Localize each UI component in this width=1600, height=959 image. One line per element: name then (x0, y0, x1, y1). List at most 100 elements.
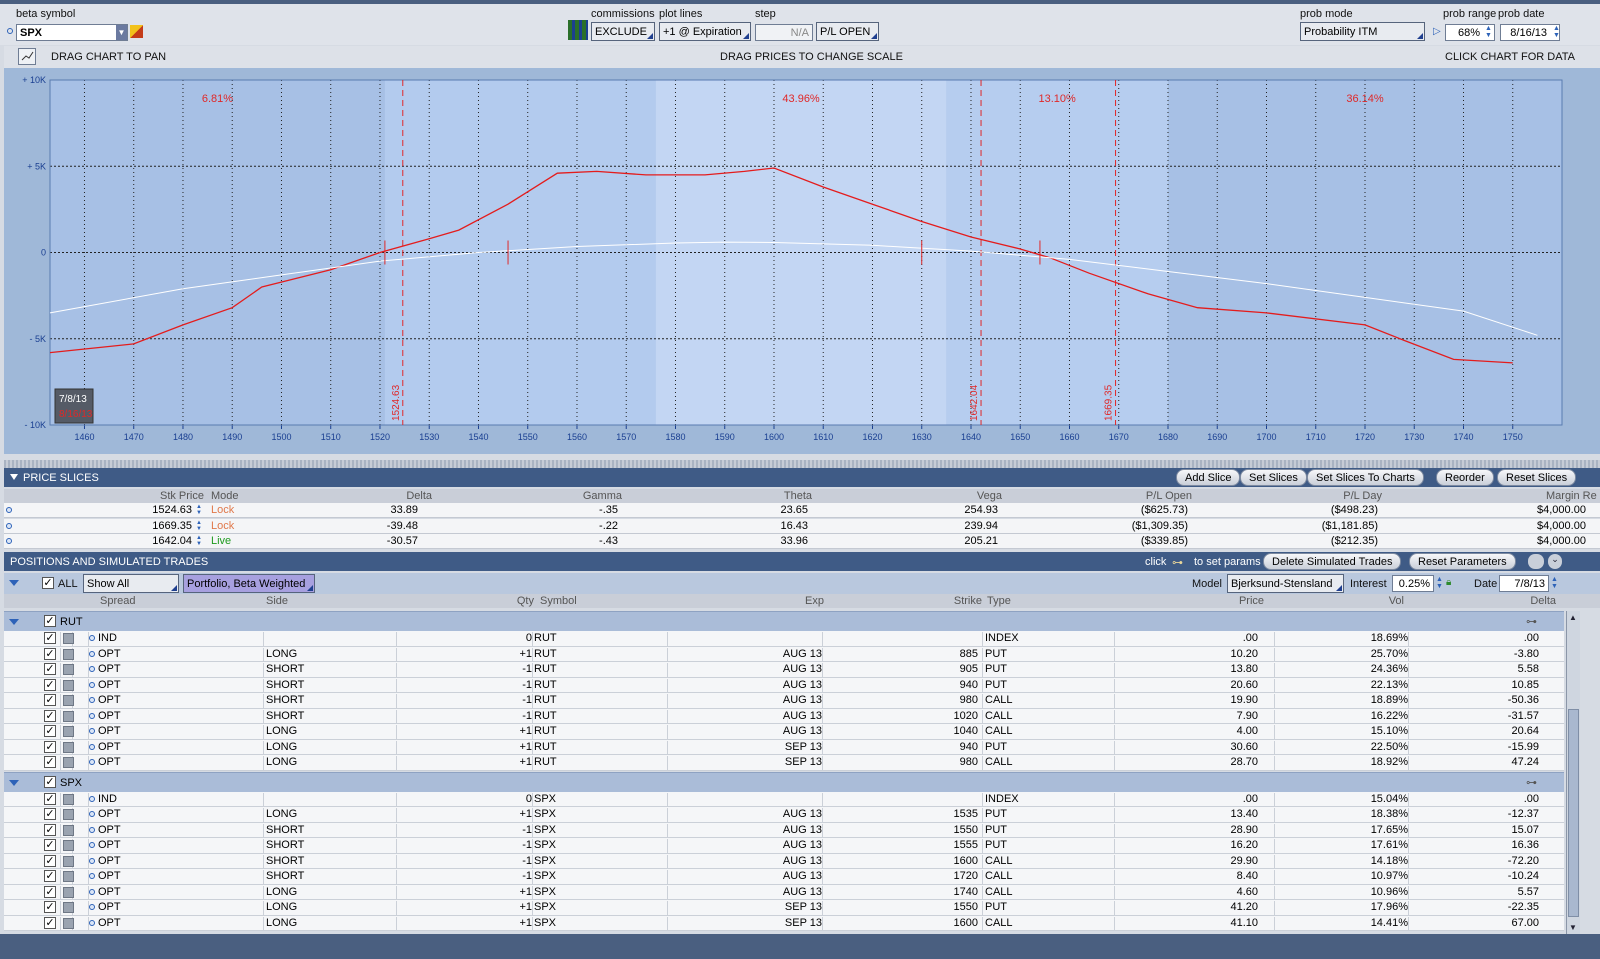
set-slices-to-charts-button[interactable]: Set Slices To Charts (1307, 469, 1424, 486)
position-radio-icon[interactable] (89, 681, 95, 688)
position-qty[interactable]: -1 (522, 694, 532, 706)
position-vol[interactable]: 18.89% (1371, 694, 1408, 706)
position-price[interactable]: 29.90 (1230, 855, 1258, 867)
position-price[interactable]: .00 (1243, 632, 1258, 644)
col-type[interactable]: Type (987, 595, 1011, 607)
group-row-spx[interactable]: ✓ SPX ⊶ (4, 771, 1564, 792)
position-qty[interactable]: +1 (519, 901, 532, 913)
select-all-checkbox[interactable]: ✓ (42, 577, 54, 589)
plot-lines-dropdown[interactable]: +1 @ Expiration (659, 22, 751, 41)
position-color-swatch[interactable] (63, 793, 74, 805)
position-radio-icon[interactable] (89, 650, 95, 657)
col-vega[interactable]: Vega (977, 490, 1002, 502)
positions-scrollbar[interactable]: ▲ ▼ (1566, 611, 1580, 934)
position-radio-icon[interactable] (89, 904, 95, 910)
prob-mode-dropdown[interactable]: Probability ITM (1300, 22, 1425, 41)
price-slice-row[interactable]: 1642.04 Live -30.57 -.43 33.96 205.21 ($339.85… (4, 534, 1600, 549)
position-qty[interactable]: 0 (526, 793, 532, 805)
position-color-swatch[interactable] (63, 726, 74, 737)
position-strike[interactable]: 940 (960, 679, 978, 691)
col-spread[interactable]: Spread (100, 595, 135, 607)
position-strike[interactable]: 980 (960, 694, 978, 706)
position-strike[interactable]: 1720 (954, 870, 978, 882)
position-strike[interactable]: 1020 (954, 710, 978, 722)
position-type[interactable]: INDEX (985, 793, 1019, 805)
group-row-rut[interactable]: ✓ RUT ⊶ (4, 611, 1564, 631)
col-strike[interactable]: Strike (954, 595, 982, 607)
position-radio-icon[interactable] (89, 728, 95, 734)
interest-spinner-icon[interactable]: ▲ ▼ (1436, 576, 1443, 590)
position-row[interactable]: ✓ OPT LONG +1 SPX SEP 13 1550 PUT 41.20 17.96% -22… (4, 900, 1564, 916)
position-radio-icon[interactable] (89, 795, 95, 802)
position-vol[interactable]: 10.97% (1371, 870, 1408, 882)
position-row[interactable]: ✓ OPT SHORT -1 RUT AUG 13 940 PUT 20.60 22.13% 10.… (4, 677, 1564, 693)
position-price[interactable]: 4.00 (1237, 725, 1258, 737)
group-settings-icon[interactable]: ⊶ (1526, 615, 1537, 628)
col-vol[interactable]: Vol (1389, 595, 1404, 607)
symbol-dropdown-icon[interactable]: ▼ (116, 25, 127, 40)
grid-color-icon[interactable] (568, 20, 588, 40)
reset-parameters-button[interactable]: Reset Parameters (1409, 553, 1516, 570)
group-collapse-icon[interactable] (9, 619, 19, 625)
position-color-swatch[interactable] (63, 871, 74, 882)
position-qty[interactable]: +1 (519, 725, 532, 737)
date-input[interactable]: 7/8/13 (1499, 575, 1549, 592)
position-row[interactable]: ✓ OPT LONG +1 RUT AUG 13 885 PUT 10.20 25.70% -3.8… (4, 646, 1564, 662)
group-checkbox[interactable]: ✓ (44, 775, 56, 788)
slice-price[interactable]: 1524.63 (152, 504, 192, 516)
position-radio-icon[interactable] (89, 697, 95, 703)
position-row[interactable]: ✓ OPT SHORT -1 RUT AUG 13 980 CALL 19.90 18.89% -5… (4, 693, 1564, 709)
position-price[interactable]: 13.80 (1230, 663, 1258, 675)
position-strike[interactable]: 1600 (954, 917, 978, 929)
position-row[interactable]: ✓ IND 0 RUT INDEX .00 18.69% .00 (4, 631, 1564, 647)
position-type[interactable]: CALL (985, 710, 1013, 722)
position-type[interactable]: PUT (985, 824, 1007, 836)
pl-mode-dropdown[interactable]: P/L OPEN (816, 22, 879, 41)
slice-price[interactable]: 1642.04 (152, 535, 192, 547)
position-row[interactable]: ✓ OPT LONG +1 RUT AUG 13 1040 CALL 4.00 15.10% 20.… (4, 724, 1564, 740)
collapse-all-icon[interactable] (9, 580, 19, 586)
position-checkbox[interactable]: ✓ (44, 823, 56, 836)
risk-profile-chart[interactable]: 6.81% 43.96% 13.10% 36.14% 1460 1470 1480 1490 1… (4, 68, 1600, 454)
position-strike[interactable]: 1535 (954, 808, 978, 820)
slice-mode[interactable]: Lock (211, 504, 234, 516)
group-checkbox[interactable]: ✓ (44, 615, 56, 627)
group-collapse-icon[interactable] (9, 779, 19, 786)
position-color-swatch[interactable] (63, 695, 74, 706)
position-checkbox[interactable]: ✓ (44, 901, 56, 913)
beta-symbol-input[interactable]: SPX (16, 24, 128, 41)
position-checkbox[interactable]: ✓ (44, 885, 56, 898)
position-type[interactable]: PUT (985, 679, 1007, 691)
radio-icon[interactable] (7, 28, 13, 34)
position-type[interactable]: PUT (985, 663, 1007, 675)
position-checkbox[interactable]: ✓ (44, 808, 56, 820)
position-exp[interactable]: AUG 13 (783, 648, 822, 660)
position-exp[interactable]: AUG 13 (783, 694, 822, 706)
position-vol[interactable]: 22.13% (1371, 679, 1408, 691)
position-checkbox[interactable]: ✓ (44, 663, 56, 675)
position-row[interactable]: ✓ OPT LONG +1 SPX AUG 13 1535 PUT 13.40 18.38% -12… (4, 807, 1564, 823)
position-vol[interactable]: 18.38% (1371, 808, 1408, 820)
price-slice-row[interactable]: 1524.63 Lock 33.89 -.35 23.65 254.93 ($625.73)… (4, 503, 1600, 518)
position-strike[interactable]: 1550 (954, 901, 978, 913)
pane-splitter[interactable] (4, 460, 1600, 468)
slice-price-spinner-icon[interactable]: ▲ ▼ (196, 535, 202, 547)
commissions-dropdown[interactable]: EXCLUDE (591, 22, 655, 41)
scroll-up-icon[interactable]: ▲ (1569, 613, 1577, 622)
position-color-swatch[interactable] (63, 679, 74, 691)
position-exp[interactable]: SEP 13 (785, 917, 822, 929)
date-spinner-icon[interactable]: ▲ ▼ (1551, 576, 1558, 590)
position-checkbox[interactable]: ✓ (44, 647, 56, 660)
position-row[interactable]: ✓ OPT LONG +1 RUT SEP 13 980 CALL 28.70 18.92% 47.… (4, 755, 1564, 771)
step-input[interactable]: N/A (755, 24, 813, 41)
position-type[interactable]: CALL (985, 694, 1013, 706)
position-checkbox[interactable]: ✓ (44, 678, 56, 691)
position-row[interactable]: ✓ OPT SHORT -1 SPX AUG 13 1555 PUT 16.20 17.61% 16… (4, 838, 1564, 854)
reorder-button[interactable]: Reorder (1436, 469, 1494, 486)
position-qty[interactable]: 0 (526, 632, 532, 644)
interest-input[interactable]: 0.25% (1392, 575, 1434, 592)
position-qty[interactable]: +1 (519, 808, 532, 820)
position-color-swatch[interactable] (63, 757, 74, 768)
col-margin[interactable]: Margin Re (1546, 490, 1597, 502)
col-delta[interactable]: Delta (406, 490, 432, 502)
